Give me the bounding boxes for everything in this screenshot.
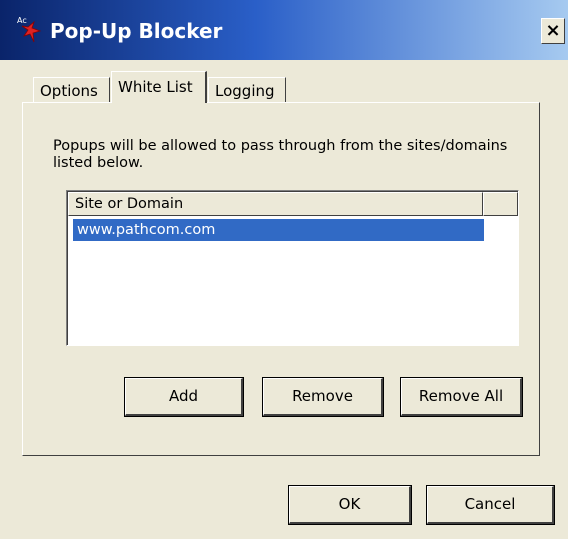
tab-logging[interactable]: Logging xyxy=(208,77,286,103)
site-list[interactable]: Site or Domain www.pathcom.com xyxy=(66,190,519,346)
add-button[interactable]: Add xyxy=(124,377,244,417)
whitelist-description: Popups will be allowed to pass through f… xyxy=(53,138,508,171)
ok-button[interactable]: OK xyxy=(288,485,412,525)
svg-text:Ac: Ac xyxy=(17,16,27,25)
column-header-blank[interactable] xyxy=(483,192,518,216)
column-header-site[interactable]: Site or Domain xyxy=(68,192,483,216)
tab-options[interactable]: Options xyxy=(33,77,110,103)
close-button[interactable]: × xyxy=(541,18,565,44)
app-icon: Ac xyxy=(17,16,42,43)
tab-white-list[interactable]: White List xyxy=(111,71,207,103)
window-title: Pop-Up Blocker xyxy=(50,19,223,43)
cancel-button[interactable]: Cancel xyxy=(426,485,555,525)
remove-all-button[interactable]: Remove All xyxy=(400,377,523,417)
remove-button[interactable]: Remove xyxy=(262,377,384,417)
list-item[interactable]: www.pathcom.com xyxy=(73,219,484,241)
title-bar: Ac Pop-Up Blocker × xyxy=(0,0,568,60)
close-icon: × xyxy=(545,20,561,41)
